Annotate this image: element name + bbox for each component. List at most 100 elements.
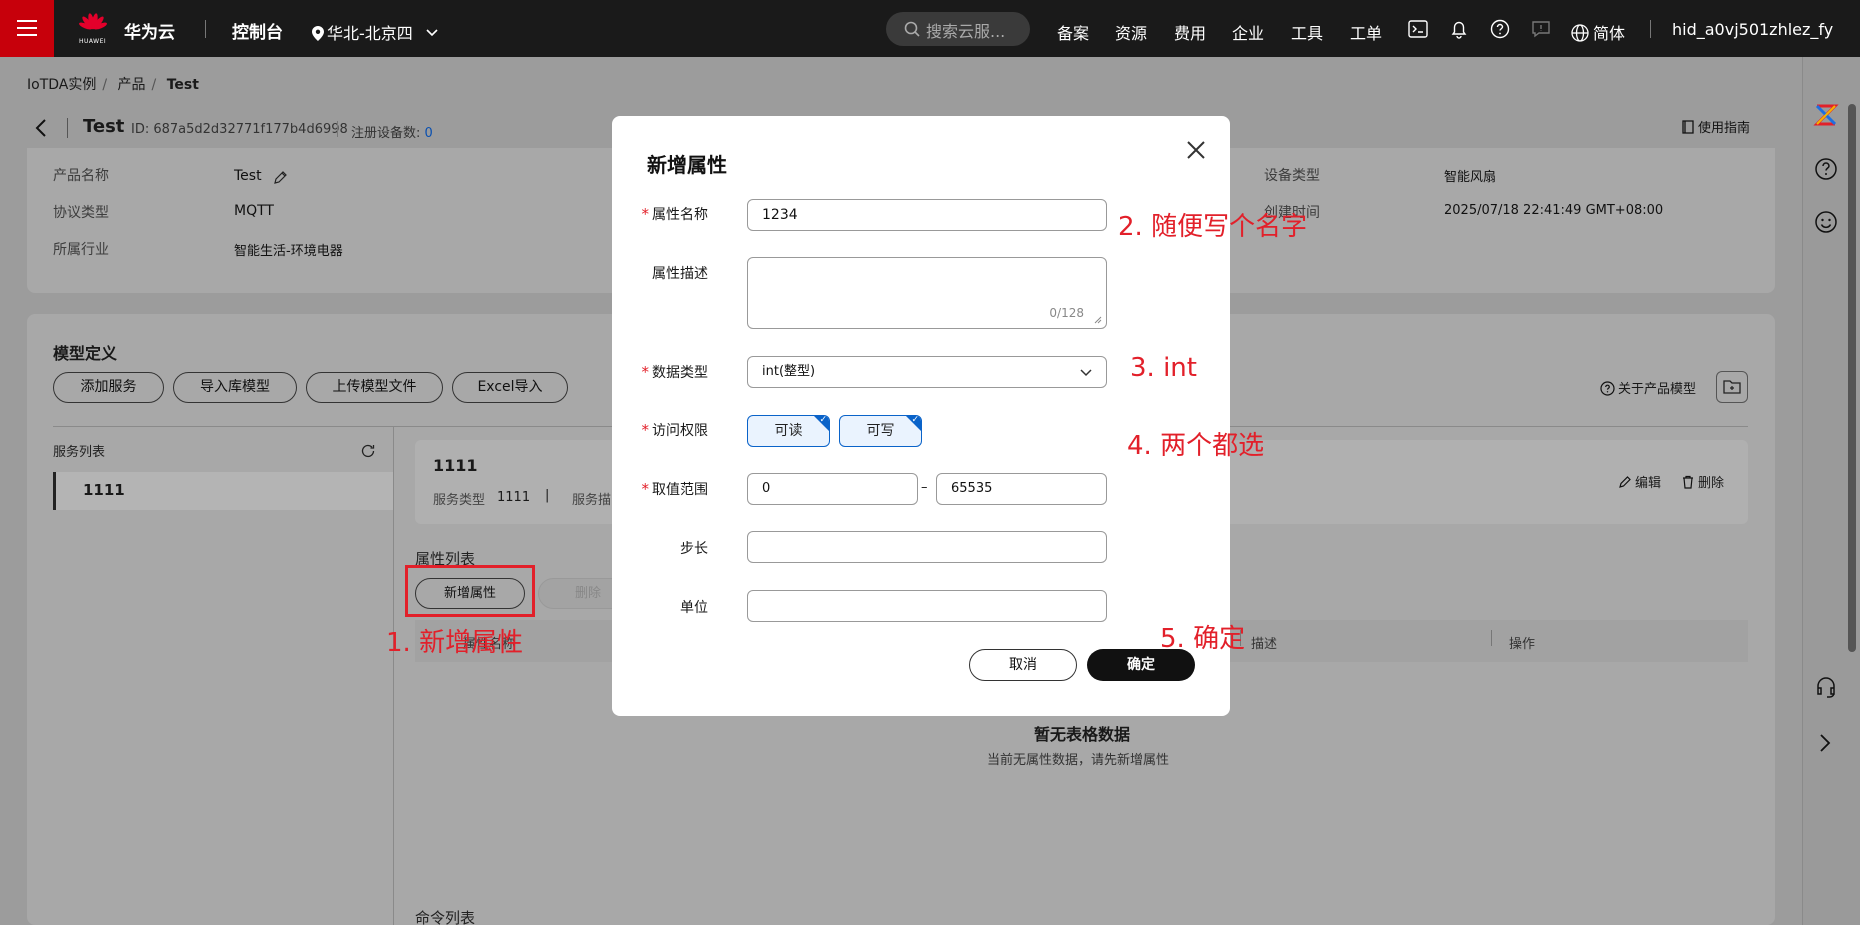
service-type-label: 服务类型 xyxy=(433,493,486,508)
edit-label: 编辑 xyxy=(1635,476,1662,491)
user-account[interactable]: hid_a0vj501zhlez_fy xyxy=(1672,20,1833,39)
column-operation: 操作 xyxy=(1509,637,1536,652)
folder-button[interactable] xyxy=(1716,371,1748,403)
property-desc-label: 属性描述 xyxy=(652,266,708,282)
nav-enterprise[interactable]: 企业 xyxy=(1232,20,1264,44)
property-name-label: * 属性名称 xyxy=(641,205,709,223)
region-label: 华北-北京四 xyxy=(327,24,413,43)
divider xyxy=(393,426,394,925)
cancel-button[interactable]: 取消 xyxy=(969,649,1077,681)
access-read-toggle[interactable]: 可读 ✓ xyxy=(747,415,830,447)
back-arrow-icon[interactable] xyxy=(34,118,48,138)
refresh-icon[interactable] xyxy=(360,443,376,459)
device-type-label: 设备类型 xyxy=(1264,168,1320,184)
scrollbar[interactable] xyxy=(1848,104,1856,652)
data-type-select[interactable]: int(整型) xyxy=(747,356,1107,388)
separator: | xyxy=(545,488,550,503)
folder-icon xyxy=(1723,380,1741,394)
console-link[interactable]: 控制台 xyxy=(232,18,283,43)
smiley-icon[interactable] xyxy=(1814,210,1838,234)
headset-icon[interactable] xyxy=(1814,675,1838,699)
brand-name[interactable]: 华为云 xyxy=(124,18,175,43)
divider xyxy=(337,121,338,137)
import-library-model-button[interactable]: 导入库模型 xyxy=(173,372,297,403)
globe-icon xyxy=(1571,24,1589,42)
nav-billing[interactable]: 费用 xyxy=(1174,20,1206,44)
search-input[interactable]: 搜索云服... xyxy=(886,12,1030,46)
access-write-label: 可写 xyxy=(866,423,895,439)
nav-tools[interactable]: 工具 xyxy=(1291,20,1323,44)
menu-icon[interactable] xyxy=(0,0,54,57)
protocol-label: 协议类型 xyxy=(53,205,109,221)
range-min-input[interactable]: 0 xyxy=(747,473,918,505)
terminal-icon[interactable] xyxy=(1408,19,1428,39)
step-label: 步长 xyxy=(680,541,708,557)
step-input[interactable] xyxy=(747,531,1107,563)
annotation-step-5: 5. 确定 xyxy=(1160,624,1246,654)
search-placeholder: 搜索云服... xyxy=(926,22,1006,41)
created-time-value: 2025/07/18 22:41:49 GMT+08:00 xyxy=(1444,203,1664,218)
top-bar: HUAWEI 华为云 控制台 华北-北京四 搜索云服... 备案 资源 费用 企… xyxy=(0,0,1860,57)
access-read-label: 可读 xyxy=(774,423,803,439)
registered-count[interactable]: 0 xyxy=(425,126,433,141)
service-item[interactable]: 1111 xyxy=(53,472,393,510)
help-icon[interactable] xyxy=(1814,157,1838,181)
about-model-label: 关于产品模型 xyxy=(1618,382,1697,397)
divider xyxy=(1491,630,1492,646)
registered-devices: 注册设备数: 0 xyxy=(351,122,433,141)
annotation-step-4: 4. 两个都选 xyxy=(1127,431,1265,461)
guide-link[interactable]: 使用指南 xyxy=(1682,117,1750,136)
check-icon: ✓ xyxy=(911,415,919,425)
help-icon[interactable] xyxy=(1490,19,1510,39)
unit-input[interactable] xyxy=(747,590,1107,622)
trash-icon xyxy=(1683,475,1693,489)
close-icon[interactable] xyxy=(1184,138,1208,162)
nav-tickets[interactable]: 工单 xyxy=(1350,20,1382,44)
service-desc-label: 服务描 xyxy=(572,493,612,508)
excel-import-button[interactable]: Excel导入 xyxy=(452,372,568,403)
breadcrumb-iotda[interactable]: IoTDA实例 xyxy=(27,77,96,93)
property-desc-textarea[interactable]: 0/128 xyxy=(747,257,1107,329)
industry-label: 所属行业 xyxy=(53,242,109,258)
delete-label: 删除 xyxy=(1698,476,1725,491)
service-type-value: 1111 xyxy=(497,490,531,505)
location-pin-icon xyxy=(312,26,324,41)
empty-state-desc: 当前无属性数据，请先新增属性 xyxy=(987,753,1170,768)
unit-label: 单位 xyxy=(680,600,708,616)
breadcrumb: IoTDA实例 / 产品 / Test xyxy=(27,77,199,93)
char-counter: 0/128 xyxy=(1049,306,1084,320)
nav-beian[interactable]: 备案 xyxy=(1057,20,1089,44)
nav-resources[interactable]: 资源 xyxy=(1115,20,1147,44)
bell-icon[interactable] xyxy=(1449,19,1469,39)
annotation-step-1: 1. 新增属性 xyxy=(386,628,524,658)
edit-service-button[interactable]: 编辑 xyxy=(1618,472,1661,491)
property-name-input[interactable]: 1234 xyxy=(747,199,1107,231)
about-model-link[interactable]: 关于产品模型 xyxy=(1600,378,1696,397)
service-detail-title: 1111 xyxy=(433,456,478,475)
app-logo-icon[interactable] xyxy=(1813,102,1839,128)
chevron-right-icon[interactable] xyxy=(1818,733,1832,753)
help-circle-icon xyxy=(1600,381,1615,396)
empty-state-title: 暂无表格数据 xyxy=(1034,725,1131,744)
edit-pencil-icon[interactable] xyxy=(273,170,288,185)
region-selector[interactable]: 华北-北京四 xyxy=(312,20,438,44)
dialog-title: 新增属性 xyxy=(647,153,727,177)
language-selector[interactable]: 简体 xyxy=(1571,20,1625,44)
add-service-button[interactable]: 添加服务 xyxy=(53,372,164,403)
product-name-value: Test xyxy=(234,168,262,184)
chevron-down-icon xyxy=(426,29,438,37)
highlight-box xyxy=(405,565,535,617)
range-max-input[interactable]: 65535 xyxy=(936,473,1107,505)
book-icon xyxy=(1682,120,1694,134)
logo-text: HUAWEI xyxy=(79,38,107,45)
access-write-toggle[interactable]: 可写 ✓ xyxy=(839,415,922,447)
resize-handle-icon[interactable] xyxy=(1094,316,1102,324)
feedback-icon[interactable] xyxy=(1531,19,1551,39)
breadcrumb-product[interactable]: 产品 xyxy=(118,77,146,93)
breadcrumb-current: Test xyxy=(166,77,199,93)
upload-model-file-button[interactable]: 上传模型文件 xyxy=(306,372,443,403)
model-title: 模型定义 xyxy=(53,344,118,363)
delete-service-button[interactable]: 删除 xyxy=(1681,472,1724,491)
product-name-label: 产品名称 xyxy=(53,168,109,184)
access-label: * 访问权限 xyxy=(641,421,709,439)
